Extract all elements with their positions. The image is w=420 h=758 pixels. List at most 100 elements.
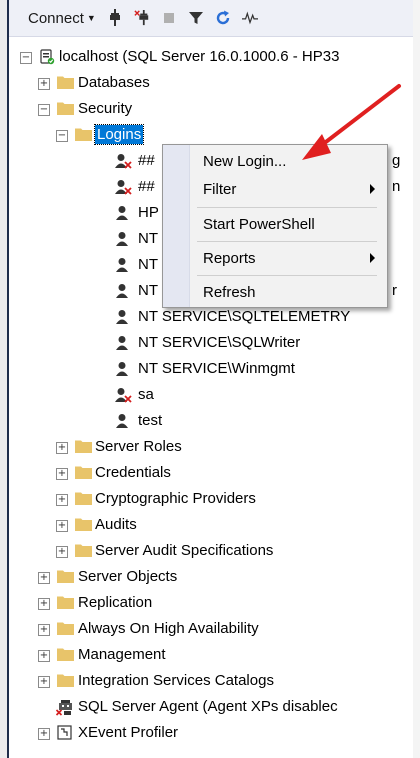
folder-icon [57, 569, 74, 587]
expand-icon[interactable]: + [56, 520, 68, 532]
login-disabled-icon [115, 387, 132, 407]
tree-node-server-roles[interactable]: + Server Roles [0, 434, 413, 460]
security-label: Security [78, 100, 133, 117]
login-item[interactable]: test [0, 408, 413, 434]
tree-node-always-on[interactable]: + Always On High Availability [0, 616, 413, 642]
folder-icon [57, 75, 74, 93]
stop-icon[interactable] [161, 9, 177, 27]
folder-icon [75, 517, 92, 535]
expand-icon[interactable]: + [38, 728, 50, 740]
always-on-label: Always On High Availability [78, 620, 259, 637]
tree-node-sql-server-agent[interactable]: SQL Server Agent (Agent XPs disablec [0, 694, 413, 720]
login-label-clipped: g [392, 152, 401, 169]
menu-item-label: Start PowerShell [203, 216, 315, 233]
menu-separator [197, 275, 377, 276]
login-label: NT [138, 230, 158, 247]
folder-icon [57, 621, 74, 639]
login-icon [115, 361, 129, 381]
expand-icon[interactable]: + [56, 546, 68, 558]
collapse-icon[interactable]: − [56, 130, 68, 142]
login-item[interactable]: NT SERVICE\SQLWriter [0, 330, 413, 356]
folder-icon [57, 595, 74, 613]
databases-label: Databases [78, 74, 150, 91]
login-label-clipped: n [392, 178, 401, 195]
audits-label: Audits [95, 516, 137, 533]
sql-server-agent-label: SQL Server Agent (Agent XPs disablec [78, 698, 338, 715]
context-menu-icon-gutter [163, 145, 190, 307]
replication-label: Replication [78, 594, 153, 611]
expand-icon[interactable]: + [38, 624, 50, 636]
menu-item-reports[interactable]: Reports [189, 244, 387, 274]
activity-monitor-icon[interactable] [241, 9, 258, 27]
tree-node-integration-services[interactable]: + Integration Services Catalogs [0, 668, 413, 694]
menu-item-label: Reports [203, 250, 256, 267]
login-label: NT SERVICE\SQLWriter [138, 334, 301, 351]
folder-icon [75, 127, 92, 145]
folder-icon [75, 543, 92, 561]
management-label: Management [78, 646, 166, 663]
tree-node-databases[interactable]: + Databases [0, 70, 413, 96]
login-item[interactable]: sa [0, 382, 413, 408]
login-label: test [138, 412, 163, 429]
submenu-arrow-icon [370, 253, 375, 263]
refresh-icon[interactable] [215, 9, 231, 27]
tree-node-server[interactable]: − localhost (SQL Server 16.0.1000.6 - HP… [0, 44, 413, 70]
login-icon [115, 283, 129, 303]
login-disabled-icon [115, 179, 132, 199]
tree-node-audits[interactable]: + Audits [0, 512, 413, 538]
login-icon [115, 413, 129, 433]
connect-object-explorer-icon[interactable] [107, 9, 123, 27]
login-label: NT SERVICE\Winmgmt [138, 360, 295, 377]
login-disabled-icon [115, 153, 132, 173]
tree-node-security[interactable]: − Security [0, 96, 413, 122]
logins-label: Logins [93, 124, 145, 145]
login-icon [115, 335, 129, 355]
expand-icon[interactable]: + [56, 494, 68, 506]
expand-icon[interactable]: + [38, 572, 50, 584]
menu-item-refresh[interactable]: Refresh [189, 278, 387, 308]
collapse-icon[interactable]: − [38, 104, 50, 116]
expand-icon[interactable]: + [38, 650, 50, 662]
vertical-scrollbar[interactable] [413, 0, 420, 758]
tree-node-server-objects[interactable]: + Server Objects [0, 564, 413, 590]
login-label-clipped: r [392, 282, 397, 299]
connect-button[interactable]: Connect ▼ [28, 10, 96, 27]
login-label: ## [138, 152, 155, 169]
disconnect-icon[interactable] [134, 9, 150, 27]
collapse-icon[interactable]: − [20, 52, 32, 64]
object-explorer-toolbar: Connect ▼ [9, 0, 413, 37]
server-roles-label: Server Roles [95, 438, 182, 455]
folder-icon [57, 101, 74, 119]
login-label: sa [138, 386, 154, 403]
menu-item-label: Filter [203, 181, 237, 198]
folder-icon [75, 439, 92, 457]
menu-item-start-powershell[interactable]: Start PowerShell [189, 210, 387, 240]
credentials-label: Credentials [95, 464, 171, 481]
expand-icon[interactable]: + [38, 676, 50, 688]
login-label: NT SERVICE\SQLTELEMETRY [138, 308, 351, 325]
tree-node-server-audit-specifications[interactable]: + Server Audit Specifications [0, 538, 413, 564]
tree-node-replication[interactable]: + Replication [0, 590, 413, 616]
menu-item-new-login[interactable]: New Login... [189, 147, 387, 177]
tree-node-management[interactable]: + Management [0, 642, 413, 668]
login-icon [115, 309, 129, 329]
expand-icon[interactable]: + [38, 78, 50, 90]
expand-icon[interactable]: + [38, 598, 50, 610]
login-label: NT [138, 282, 158, 299]
tree-node-cryptographic-providers[interactable]: + Cryptographic Providers [0, 486, 413, 512]
server-icon [40, 49, 55, 69]
filter-icon[interactable] [188, 9, 204, 27]
server-label: localhost (SQL Server 16.0.1000.6 - HP33 [59, 48, 340, 65]
login-icon [115, 231, 129, 251]
xevent-profiler-icon [57, 725, 72, 744]
tree-node-xevent-profiler[interactable]: + XEvent Profiler [0, 720, 413, 746]
menu-separator [197, 241, 377, 242]
expand-icon[interactable]: + [56, 442, 68, 454]
cryptographic-providers-label: Cryptographic Providers [95, 490, 256, 507]
server-audit-specifications-label: Server Audit Specifications [95, 542, 274, 559]
server-objects-label: Server Objects [78, 568, 178, 585]
menu-item-filter[interactable]: Filter [189, 175, 387, 205]
login-item[interactable]: NT SERVICE\Winmgmt [0, 356, 413, 382]
expand-icon[interactable]: + [56, 468, 68, 480]
tree-node-credentials[interactable]: + Credentials [0, 460, 413, 486]
